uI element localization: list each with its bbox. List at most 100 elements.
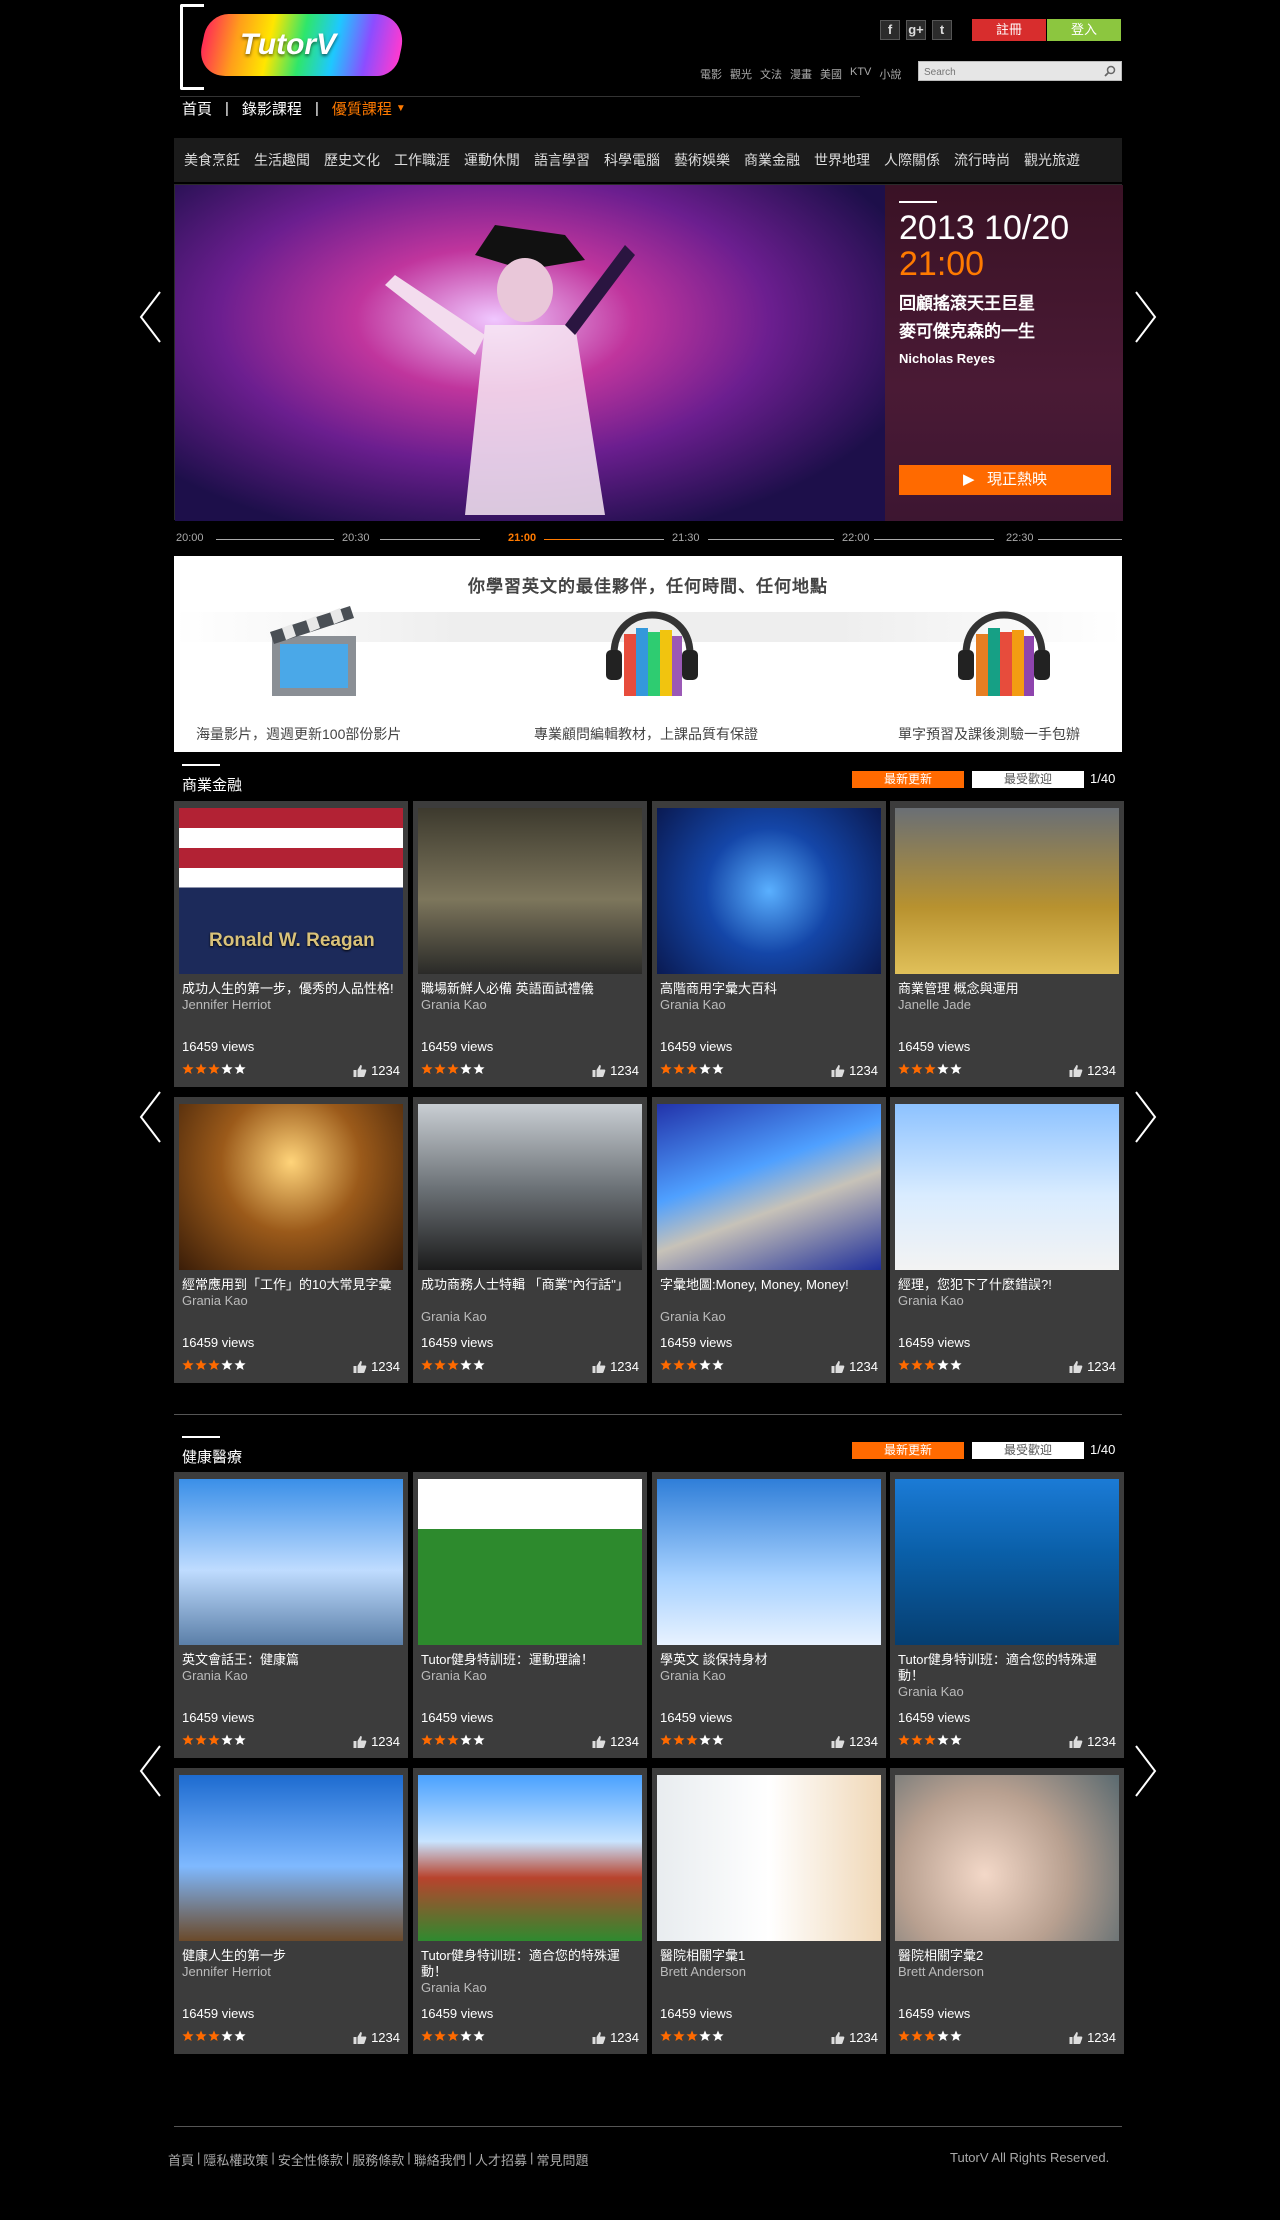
footer-link[interactable]: 服務條款 bbox=[352, 2150, 404, 2169]
timeline-time[interactable]: 22:00 bbox=[842, 532, 870, 544]
category-item[interactable]: 運動休閒 bbox=[464, 150, 520, 170]
course-card[interactable]: 醫院相關字彙1 Brett Anderson 16459 views 1234 bbox=[652, 1768, 886, 2054]
course-card[interactable]: 學英文 談保持身材 Grania Kao 16459 views 1234 bbox=[652, 1472, 886, 1758]
rating-stars[interactable] bbox=[421, 2030, 485, 2042]
rating-stars[interactable] bbox=[182, 2030, 246, 2042]
course-card[interactable]: 英文會話王：健康篇 Grania Kao 16459 views 1234 bbox=[174, 1472, 408, 1758]
course-title[interactable]: 成功人生的第一步，優秀的人品性格! bbox=[182, 981, 404, 997]
course-card[interactable]: Ronald W. Reagan 成功人生的第一步，優秀的人品性格! Jennife… bbox=[174, 801, 408, 1087]
hero-prev-arrow[interactable] bbox=[138, 290, 164, 344]
tutorv-logo[interactable]: TutorV bbox=[180, 2, 430, 92]
timeline-time[interactable]: 22:30 bbox=[1006, 532, 1034, 544]
likes[interactable]: 1234 bbox=[353, 1734, 400, 1749]
rating-stars[interactable] bbox=[898, 1359, 962, 1371]
footer-link[interactable]: 隱私權政策 bbox=[203, 2150, 268, 2169]
register-button[interactable]: 註冊 bbox=[972, 19, 1046, 41]
nav-premium-courses[interactable]: 優質課程 bbox=[332, 98, 392, 119]
course-thumbnail[interactable] bbox=[657, 1479, 881, 1645]
course-title[interactable]: 商業管理 概念與運用 bbox=[898, 981, 1120, 997]
likes[interactable]: 1234 bbox=[831, 2030, 878, 2045]
likes[interactable]: 1234 bbox=[831, 1359, 878, 1374]
quick-link[interactable]: 電影 bbox=[700, 66, 722, 82]
likes[interactable]: 1234 bbox=[831, 1734, 878, 1749]
course-thumbnail[interactable] bbox=[418, 1479, 642, 1645]
hero-next-arrow[interactable] bbox=[1132, 290, 1158, 344]
course-card[interactable]: 高階商用字彙大百科 Grania Kao 16459 views 1234 bbox=[652, 801, 886, 1087]
course-title[interactable]: 成功商務人士特輯 「商業"內行話"」 bbox=[421, 1277, 643, 1293]
course-title[interactable]: 醫院相關字彙2 bbox=[898, 1948, 1120, 1964]
quick-link[interactable]: 文法 bbox=[760, 66, 782, 82]
course-title[interactable]: Tutor健身特訓班：運動理論！ bbox=[421, 1652, 643, 1668]
footer-link[interactable]: 聯絡我們 bbox=[414, 2150, 466, 2169]
section-next-arrow[interactable] bbox=[1132, 1744, 1158, 1798]
course-thumbnail[interactable] bbox=[179, 1479, 403, 1645]
course-title[interactable]: 經理，您犯下了什麼錯誤?! bbox=[898, 1277, 1120, 1293]
section-prev-arrow[interactable] bbox=[138, 1744, 164, 1798]
search-icon[interactable] bbox=[1104, 65, 1116, 77]
course-title[interactable]: Tutor健身特训班：適合您的特殊運動！ bbox=[421, 1948, 643, 1980]
likes[interactable]: 1234 bbox=[1069, 1063, 1116, 1078]
course-card[interactable]: 成功商務人士特輯 「商業"內行話"」 Grania Kao 16459 views 1… bbox=[413, 1097, 647, 1383]
likes[interactable]: 1234 bbox=[592, 1734, 639, 1749]
category-item[interactable]: 科學電腦 bbox=[604, 150, 660, 170]
likes[interactable]: 1234 bbox=[1069, 1734, 1116, 1749]
rating-stars[interactable] bbox=[182, 1734, 246, 1746]
course-thumbnail[interactable] bbox=[179, 1775, 403, 1941]
quick-link[interactable]: 小說 bbox=[879, 66, 901, 82]
category-item[interactable]: 美食烹飪 bbox=[184, 150, 240, 170]
footer-link[interactable]: 人才招募 bbox=[475, 2150, 527, 2169]
twitter-icon[interactable]: t bbox=[932, 20, 952, 40]
nav-recorded-courses[interactable]: 錄影課程 bbox=[242, 98, 302, 119]
category-item[interactable]: 生活趣聞 bbox=[254, 150, 310, 170]
rating-stars[interactable] bbox=[182, 1063, 246, 1075]
likes[interactable]: 1234 bbox=[1069, 2030, 1116, 2045]
rating-stars[interactable] bbox=[421, 1359, 485, 1371]
likes[interactable]: 1234 bbox=[592, 1063, 639, 1078]
course-card[interactable]: 經理，您犯下了什麼錯誤?! Grania Kao 16459 views 1234 bbox=[890, 1097, 1124, 1383]
course-title[interactable]: 學英文 談保持身材 bbox=[660, 1652, 882, 1668]
likes[interactable]: 1234 bbox=[353, 2030, 400, 2045]
course-title[interactable]: Tutor健身特训班：適合您的特殊運動！ bbox=[898, 1652, 1120, 1684]
timeline-time[interactable]: 21:30 bbox=[672, 532, 700, 544]
footer-link[interactable]: 安全性條款 bbox=[278, 2150, 343, 2169]
section-prev-arrow[interactable] bbox=[138, 1090, 164, 1144]
rating-stars[interactable] bbox=[421, 1734, 485, 1746]
course-card[interactable]: 醫院相關字彙2 Brett Anderson 16459 views 1234 bbox=[890, 1768, 1124, 2054]
category-item[interactable]: 藝術娛樂 bbox=[674, 150, 730, 170]
login-button[interactable]: 登入 bbox=[1047, 19, 1121, 41]
play-now-button[interactable]: ▶ 現正熱映 bbox=[899, 465, 1111, 495]
hero-carousel[interactable]: 2013 10/20 21:00 回顧搖滾天王巨星 麥可傑克森的一生 Nicho… bbox=[174, 184, 1123, 521]
course-thumbnail[interactable] bbox=[895, 1479, 1119, 1645]
category-item[interactable]: 商業金融 bbox=[744, 150, 800, 170]
quick-link[interactable]: 漫畫 bbox=[790, 66, 812, 82]
rating-stars[interactable] bbox=[660, 1734, 724, 1746]
rating-stars[interactable] bbox=[898, 1063, 962, 1075]
likes[interactable]: 1234 bbox=[592, 1359, 639, 1374]
course-thumbnail[interactable] bbox=[418, 1104, 642, 1270]
course-title[interactable]: 健康人生的第一步 bbox=[182, 1948, 404, 1964]
tab-popular[interactable]: 最受歡迎 bbox=[972, 1442, 1084, 1459]
quick-link[interactable]: 美國 bbox=[820, 66, 842, 82]
tab-latest[interactable]: 最新更新 bbox=[852, 1442, 964, 1459]
likes[interactable]: 1234 bbox=[1069, 1359, 1116, 1374]
course-title[interactable]: 醫院相關字彙1 bbox=[660, 1948, 882, 1964]
course-card[interactable]: 經常應用到「工作」的10大常見字彙 Grania Kao 16459 views 12… bbox=[174, 1097, 408, 1383]
course-thumbnail[interactable] bbox=[179, 1104, 403, 1270]
category-item[interactable]: 歷史文化 bbox=[324, 150, 380, 170]
category-item[interactable]: 流行時尚 bbox=[954, 150, 1010, 170]
tab-latest[interactable]: 最新更新 bbox=[852, 771, 964, 788]
category-item[interactable]: 人際關係 bbox=[884, 150, 940, 170]
course-thumbnail[interactable] bbox=[895, 1775, 1119, 1941]
search-input[interactable] bbox=[919, 63, 1099, 82]
quick-link[interactable]: KTV bbox=[850, 66, 871, 82]
course-thumbnail[interactable]: Ronald W. Reagan bbox=[179, 808, 403, 974]
chevron-down-icon[interactable]: ▼ bbox=[396, 103, 406, 114]
category-item[interactable]: 語言學習 bbox=[534, 150, 590, 170]
likes[interactable]: 1234 bbox=[353, 1359, 400, 1374]
course-card[interactable]: Tutor健身特訓班：運動理論！ Grania Kao 16459 views 123… bbox=[413, 1472, 647, 1758]
rating-stars[interactable] bbox=[898, 1734, 962, 1746]
hero-image[interactable] bbox=[175, 185, 885, 521]
section-next-arrow[interactable] bbox=[1132, 1090, 1158, 1144]
likes[interactable]: 1234 bbox=[353, 1063, 400, 1078]
footer-link[interactable]: 首頁 bbox=[168, 2150, 194, 2169]
